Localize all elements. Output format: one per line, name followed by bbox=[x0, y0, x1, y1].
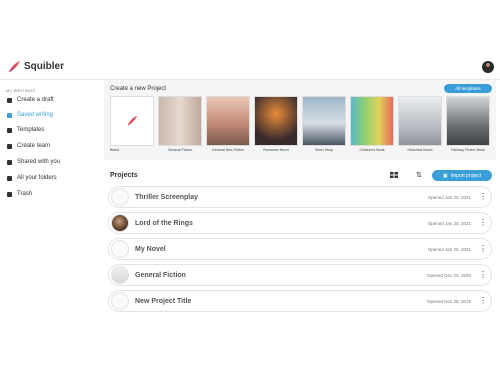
project-title: My Novel bbox=[135, 245, 166, 253]
import-project-button[interactable]: ▣ Import project bbox=[432, 170, 492, 181]
project-row[interactable]: Thriller Screenplay Opened Jan 20, 2021 … bbox=[108, 186, 492, 208]
more-options-icon[interactable]: ⋮ bbox=[479, 270, 487, 280]
more-options-icon[interactable]: ⋮ bbox=[479, 296, 487, 306]
template-cover bbox=[158, 96, 202, 146]
sidebar-item-create-draft[interactable]: Create a draft bbox=[6, 94, 100, 106]
project-row[interactable]: My Novel Opened Jan 20, 2021 ⋮ bbox=[108, 238, 492, 260]
template-caption: General Fiction bbox=[167, 148, 193, 152]
sidebar-item-folders[interactable]: All your folders bbox=[6, 172, 100, 184]
sidebar-item-label: All your folders bbox=[17, 175, 57, 181]
template-card[interactable]: Short Story bbox=[302, 96, 346, 154]
sidebar: MY WRITINGS Create a draft Saved writing… bbox=[0, 80, 100, 320]
project-title: Thriller Screenplay bbox=[135, 193, 199, 201]
sidebar-item-create-team[interactable]: Create team bbox=[6, 140, 100, 152]
more-options-icon[interactable]: ⋮ bbox=[479, 218, 487, 228]
sidebar-item-label: Shared with you bbox=[17, 159, 61, 165]
doc-icon bbox=[6, 97, 12, 103]
project-row[interactable]: General Fiction Opened Dec 23, 2020 ⋮ bbox=[108, 264, 492, 286]
sidebar-item-shared[interactable]: Shared with you bbox=[6, 156, 100, 168]
templates-icon bbox=[6, 127, 12, 133]
template-cover bbox=[350, 96, 394, 146]
template-cover bbox=[206, 96, 250, 146]
sidebar-item-label: Trash bbox=[17, 191, 33, 197]
template-cover bbox=[446, 96, 490, 146]
import-button-label: Import project bbox=[450, 172, 482, 179]
template-card[interactable]: General Fiction bbox=[158, 96, 202, 154]
doc-icon bbox=[6, 112, 12, 118]
main-content: Create a new Project All templates Blank… bbox=[104, 80, 500, 320]
template-strip: Create a new Project All templates Blank… bbox=[104, 80, 496, 160]
template-caption: Romance Novel bbox=[263, 148, 289, 152]
sidebar-section-label: MY WRITINGS bbox=[6, 88, 36, 93]
template-card[interactable]: Historical Novel bbox=[398, 96, 442, 154]
project-thumbnail bbox=[111, 266, 129, 284]
sidebar-item-trash[interactable]: Trash bbox=[6, 188, 100, 200]
project-title: Lord of the Rings bbox=[135, 219, 193, 227]
sidebar-item-label: Create a draft bbox=[17, 97, 54, 103]
project-row[interactable]: Lord of the Rings Opened Jan 20, 2021 ⋮ bbox=[108, 212, 492, 234]
sidebar-item-label: Saved writing bbox=[17, 112, 54, 118]
folder-icon bbox=[6, 175, 12, 181]
project-row[interactable]: New Project Title Opened Nov 28, 2019 ⋮ bbox=[108, 290, 492, 312]
template-card[interactable]: Children's Book bbox=[350, 96, 394, 154]
team-icon bbox=[6, 143, 12, 149]
sidebar-item-templates[interactable]: Templates bbox=[6, 124, 100, 136]
quill-icon bbox=[127, 115, 138, 126]
user-avatar[interactable] bbox=[482, 61, 494, 73]
project-opened-date: Opened Jan 20, 2021 bbox=[427, 246, 471, 252]
grid-view-icon[interactable] bbox=[390, 172, 398, 178]
template-cover bbox=[110, 96, 154, 146]
quill-logo-icon[interactable] bbox=[6, 59, 22, 75]
app-name[interactable]: Squibler bbox=[24, 61, 64, 72]
import-icon: ▣ bbox=[442, 172, 448, 179]
sidebar-item-label: Create team bbox=[17, 143, 51, 149]
top-bar: Squibler bbox=[0, 54, 500, 80]
projects-heading: Projects bbox=[110, 172, 138, 179]
template-cover bbox=[302, 96, 346, 146]
project-opened-date: Opened Nov 28, 2019 bbox=[426, 298, 471, 304]
template-card-blank[interactable]: Blank bbox=[110, 96, 154, 154]
sort-icon[interactable]: ⇅ bbox=[416, 171, 424, 179]
template-caption: General Non-Fiction bbox=[211, 148, 245, 152]
template-cover bbox=[254, 96, 298, 146]
trash-icon bbox=[6, 191, 12, 197]
template-caption: Blank bbox=[110, 148, 119, 152]
more-options-icon[interactable]: ⋮ bbox=[479, 244, 487, 254]
more-options-icon[interactable]: ⋮ bbox=[479, 192, 487, 202]
all-templates-button[interactable]: All templates bbox=[444, 84, 492, 93]
project-title: New Project Title bbox=[135, 297, 192, 305]
create-project-title: Create a new Project bbox=[110, 86, 167, 92]
project-opened-date: Opened Jan 20, 2021 bbox=[427, 220, 471, 226]
template-card[interactable]: Romance Novel bbox=[254, 96, 298, 154]
project-title: General Fiction bbox=[135, 271, 186, 279]
project-opened-date: Opened Jan 20, 2021 bbox=[427, 194, 471, 200]
project-thumbnail bbox=[111, 292, 129, 310]
template-caption: Short Story bbox=[315, 148, 333, 152]
sidebar-item-saved-writing[interactable]: Saved writing bbox=[6, 109, 100, 121]
template-caption: Children's Book bbox=[359, 148, 385, 152]
template-card[interactable]: Fantasy Fiction Book bbox=[446, 96, 490, 154]
project-opened-date: Opened Dec 23, 2020 bbox=[426, 272, 471, 278]
project-thumbnail bbox=[111, 188, 129, 206]
template-caption: Historical Novel bbox=[407, 148, 433, 152]
template-card[interactable]: General Non-Fiction bbox=[206, 96, 250, 154]
template-cover bbox=[398, 96, 442, 146]
share-icon bbox=[6, 159, 12, 165]
project-thumbnail bbox=[111, 214, 129, 232]
sidebar-item-label: Templates bbox=[17, 127, 45, 133]
project-thumbnail bbox=[111, 240, 129, 258]
template-caption: Fantasy Fiction Book bbox=[451, 148, 485, 152]
